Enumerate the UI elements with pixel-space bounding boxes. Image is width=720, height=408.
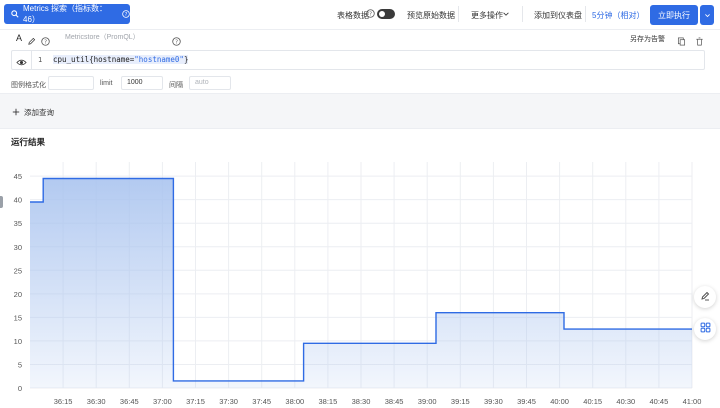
limit-label: limit [100,80,113,87]
copy-icon[interactable] [677,33,686,46]
x-tick-label: 37:45 [252,397,271,406]
save-as-alert-button[interactable]: 另存为告警 [630,34,665,44]
x-tick-label: 41:00 [683,397,702,406]
preview-raw-button[interactable]: 预览原始数据 [407,10,455,21]
x-tick-label: 36:45 [120,397,139,406]
x-tick-label: 39:30 [484,397,503,406]
x-tick-label: 38:30 [352,397,371,406]
time-range-picker[interactable]: 5分钟（相对） [592,10,644,21]
x-tick-label: 37:30 [219,397,238,406]
x-tick-label: 40:15 [583,397,602,406]
y-tick-label: 25 [14,266,22,275]
y-tick-label: 5 [18,360,22,369]
sidebar-collapse-handle[interactable] [0,196,3,208]
x-tick-label: 37:00 [153,397,172,406]
table-data-toggle[interactable] [377,9,395,19]
editor-gutter [31,51,32,69]
run-now-button[interactable]: 立即执行 [650,5,698,25]
plus-icon [12,108,20,118]
y-tick-label: 10 [14,337,22,346]
x-tick-label: 36:15 [54,397,73,406]
grid-icon [700,320,711,338]
legend-format-input[interactable] [48,76,94,90]
divider [458,6,459,22]
x-tick-label: 40:30 [616,397,635,406]
y-tick-label: 40 [14,196,22,205]
divider [585,6,586,22]
top-toolbar: Metrics 探索（指标数：46） ? 表格数据 ? 预览原始数据 更多操作 … [0,0,720,30]
promql-editor[interactable]: cpu_util{hostname="hostname0"} [53,55,189,64]
table-data-help-icon: ? [366,9,375,20]
query-label-icon: A [16,33,23,43]
trash-icon[interactable] [695,33,704,46]
divider [522,6,523,22]
metrics-explore-button[interactable]: Metrics 探索（指标数：46） ? [4,4,130,24]
y-tick-label: 20 [14,290,22,299]
pencil-icon [700,288,710,306]
chevron-down-icon [502,10,510,20]
svg-text:?: ? [44,40,47,46]
query-panel: A ? Metricstore（PromQL） ? 另存为告警 1 cpu_ut… [0,30,720,94]
apps-float-button[interactable] [694,318,716,340]
interval-input[interactable]: auto [189,76,231,90]
query-mode-select[interactable]: Metricstore（PromQL） [57,32,167,43]
pencil-icon[interactable] [27,33,36,45]
y-tick-label: 35 [14,219,22,228]
interval-label: 间隔 [169,82,183,89]
code-metric: cpu_util{ [53,55,94,64]
x-tick-label: 38:45 [385,397,404,406]
add-query-button[interactable]: 添加查询 [12,107,54,118]
search-icon [11,10,19,18]
line-number: 1 [38,56,43,64]
x-tick-label: 39:00 [418,397,437,406]
result-title: 运行结果 [11,137,46,147]
help-icon: ? [122,10,130,18]
x-tick-label: 36:30 [87,397,106,406]
table-data-label: 表格数据 [337,11,369,20]
help-icon: ? [172,33,181,46]
limit-input[interactable]: 1000 [121,76,163,90]
x-tick-label: 39:15 [451,397,470,406]
svg-text:?: ? [369,12,372,18]
x-tick-label: 38:15 [319,397,338,406]
x-tick-label: 40:00 [550,397,569,406]
y-tick-label: 45 [14,172,22,181]
y-tick-label: 30 [14,243,22,252]
more-actions-button[interactable]: 更多操作 [471,10,503,21]
code-label-key: hostname [93,55,130,64]
result-chart: 0 5 10 15 20 25 30 35 40 45 36:15 36:30 36:45 37:00 37… [14,162,702,406]
metrics-explore-label: Metrics 探索（指标数：46） [23,4,107,24]
svg-text:?: ? [175,40,178,46]
help-icon: ? [41,33,50,46]
y-tick-label: 0 [18,384,22,393]
x-tick-label: 37:15 [186,397,205,406]
legend-format-label: 图例格式化 [11,82,46,89]
x-tick-label: 38:00 [285,397,304,406]
add-query-label: 添加查询 [24,108,54,117]
add-to-dashboard-button[interactable]: 添加到仪表盘 [534,10,582,21]
run-options-chevron-icon[interactable] [700,5,714,25]
y-tick-label: 15 [14,313,22,322]
x-tick-label: 40:45 [650,397,669,406]
query-editor-row: 1 cpu_util{hostname="hostname0"} [11,50,705,70]
x-tick-label: 39:45 [517,397,536,406]
code-suffix: } [183,55,189,64]
eye-icon[interactable] [16,55,27,66]
code-label-value: "hostname0" [134,55,184,64]
edit-float-button[interactable] [694,286,716,308]
